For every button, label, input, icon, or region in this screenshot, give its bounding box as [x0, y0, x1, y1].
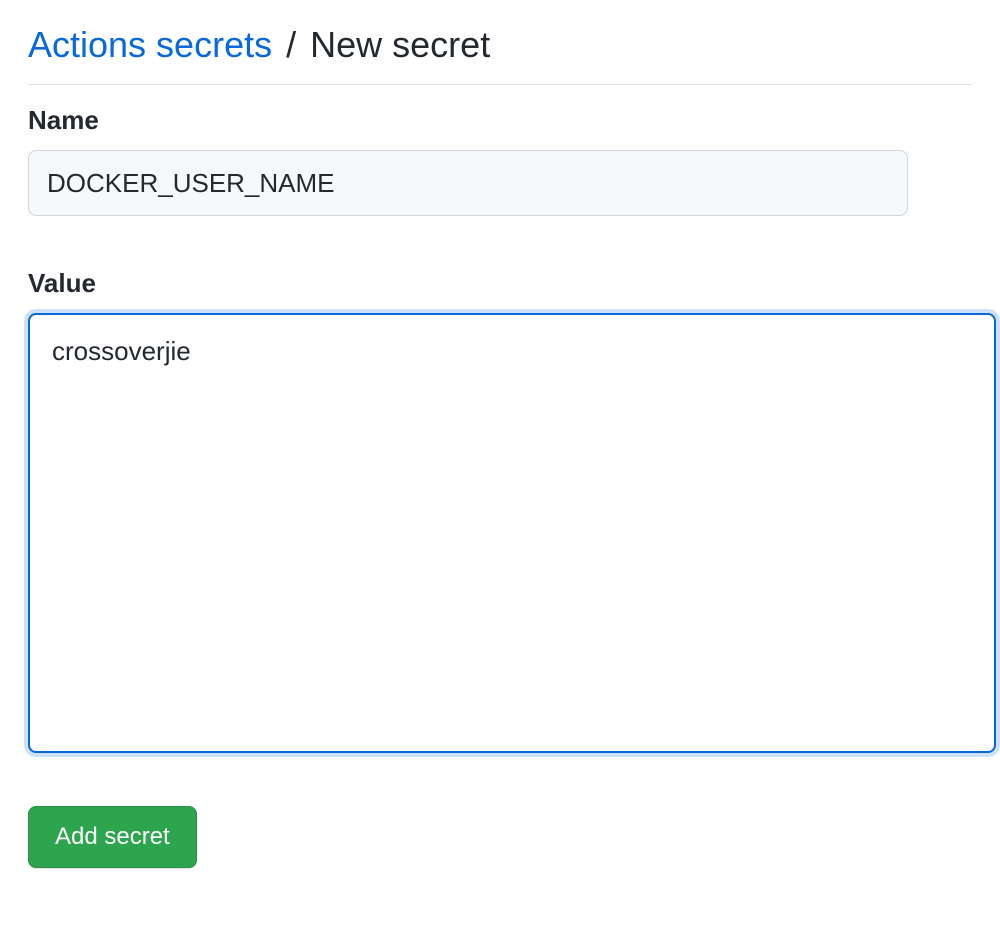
breadcrumb: Actions secrets / New secret: [28, 24, 972, 85]
form-group-value: Value: [28, 268, 972, 758]
form-group-name: Name: [28, 105, 972, 216]
add-secret-button[interactable]: Add secret: [28, 806, 197, 868]
value-textarea[interactable]: [28, 313, 996, 753]
name-label: Name: [28, 105, 972, 136]
breadcrumb-link-actions-secrets[interactable]: Actions secrets: [28, 24, 272, 65]
value-label: Value: [28, 268, 972, 299]
name-input[interactable]: [28, 150, 908, 216]
breadcrumb-current: New secret: [310, 24, 490, 65]
breadcrumb-separator: /: [286, 24, 296, 65]
